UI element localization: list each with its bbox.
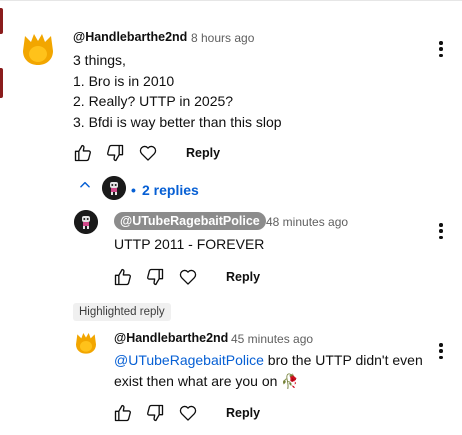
replies-bullet: • bbox=[131, 182, 136, 198]
comment-line: 3 things, bbox=[73, 52, 126, 68]
replies-toggle[interactable] bbox=[78, 178, 92, 192]
chevron-up-icon bbox=[80, 181, 90, 188]
reply-line: @UTubeRagebaitPolice bro the UTTP didn't… bbox=[114, 350, 444, 371]
reply-button[interactable]: Reply bbox=[226, 270, 260, 284]
heart-button[interactable] bbox=[177, 266, 199, 288]
reply-text: exist then what are you on bbox=[114, 372, 278, 389]
dot bbox=[439, 235, 443, 239]
like-button[interactable] bbox=[112, 402, 134, 424]
reply-author-avatar[interactable] bbox=[102, 176, 126, 200]
reply-author[interactable]: @Handlebarthe2nd bbox=[114, 331, 228, 345]
reply-text: bro the UTTP didn't even bbox=[263, 352, 423, 368]
dot bbox=[439, 349, 443, 353]
edge-accent bbox=[0, 68, 3, 98]
thumbs-down-icon bbox=[147, 268, 164, 286]
reply-menu-button[interactable] bbox=[436, 221, 446, 241]
dark-mascot-avatar-icon bbox=[102, 176, 126, 200]
comment-line: 3. Bfdi is way better than this slop bbox=[73, 113, 282, 130]
reply-menu-button[interactable] bbox=[436, 341, 446, 361]
like-button[interactable] bbox=[72, 142, 94, 164]
dislike-button[interactable] bbox=[144, 402, 166, 424]
reply-line: exist then what are you on 🥀 bbox=[114, 371, 444, 392]
avatar[interactable] bbox=[74, 331, 98, 355]
dot bbox=[439, 223, 443, 227]
reply-author-chip[interactable]: @UTubeRagebaitPolice bbox=[114, 212, 266, 230]
thumbs-up-icon bbox=[114, 404, 131, 422]
reply-button[interactable]: Reply bbox=[226, 406, 260, 420]
dot bbox=[439, 53, 443, 57]
dot bbox=[439, 41, 443, 45]
replies-count[interactable]: 2 replies bbox=[142, 182, 199, 198]
wilted-rose-emoji: 🥀 bbox=[281, 372, 299, 389]
comment-menu-button[interactable] bbox=[436, 39, 446, 59]
heart-icon bbox=[179, 269, 197, 285]
comment-time[interactable]: 8 hours ago bbox=[191, 31, 254, 45]
comment-line: 2. Really? UTTP in 2025? bbox=[73, 93, 234, 109]
avatar[interactable] bbox=[20, 31, 56, 67]
thumbs-up-icon bbox=[114, 268, 131, 286]
heart-button[interactable] bbox=[137, 142, 159, 164]
comment-author[interactable]: @Handlebarthe2nd bbox=[73, 30, 187, 44]
divider bbox=[0, 0, 462, 1]
reply-time[interactable]: 45 minutes ago bbox=[231, 332, 313, 346]
like-button[interactable] bbox=[112, 266, 134, 288]
dark-mascot-avatar-icon bbox=[74, 210, 98, 234]
reply-time[interactable]: 48 minutes ago bbox=[266, 215, 348, 229]
dot bbox=[439, 343, 443, 347]
dislike-button[interactable] bbox=[144, 266, 166, 288]
mention-link[interactable]: @UTubeRagebaitPolice bbox=[114, 352, 264, 368]
thumbs-down-icon bbox=[107, 144, 124, 162]
flame-avatar-icon bbox=[23, 34, 53, 65]
heart-icon bbox=[139, 145, 157, 161]
dot bbox=[439, 229, 443, 233]
avatar[interactable] bbox=[74, 210, 98, 234]
comment-body: 3 things, 1. Bro is in 2010 2. Really? U… bbox=[73, 50, 282, 132]
heart-button[interactable] bbox=[177, 402, 199, 424]
edge-accent bbox=[0, 8, 3, 34]
thumbs-down-icon bbox=[147, 404, 164, 422]
dot bbox=[439, 355, 443, 359]
heart-icon bbox=[179, 405, 197, 421]
flame-avatar-icon bbox=[76, 333, 96, 354]
reply-body: @UTubeRagebaitPolice bro the UTTP didn't… bbox=[114, 350, 444, 391]
dot bbox=[439, 47, 443, 51]
comment-line: 1. Bro is in 2010 bbox=[73, 72, 175, 89]
reply-button[interactable]: Reply bbox=[186, 146, 220, 160]
thumbs-up-icon bbox=[74, 144, 91, 162]
reply-body: UTTP 2011 - FOREVER bbox=[114, 236, 265, 252]
highlighted-reply-badge: Highlighted reply bbox=[73, 303, 171, 321]
dislike-button[interactable] bbox=[104, 142, 126, 164]
